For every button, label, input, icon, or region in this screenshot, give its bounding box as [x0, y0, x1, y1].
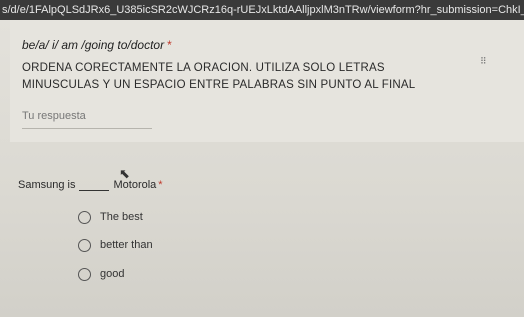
- question-card-1: be/a/ i/ am /going to/doctor * ORDENA COR…: [10, 20, 524, 142]
- answer-input[interactable]: Tu respuesta: [22, 110, 86, 122]
- option-label: better than: [100, 239, 153, 251]
- radio-button[interactable]: [78, 268, 91, 281]
- question-2-text-before: Samsung is: [18, 179, 76, 191]
- form-page: s/d/e/1FAlpQLSdJRx6_U385icSR2cWJCRz16q-r…: [0, 0, 524, 317]
- blank-line: [79, 190, 110, 191]
- option-label: The best: [100, 211, 143, 223]
- answer-underline: [22, 128, 152, 129]
- question-2-title: Samsung is Motorola *: [18, 179, 163, 191]
- address-bar[interactable]: s/d/e/1FAlpQLSdJRx6_U385icSR2cWJCRz16q-r…: [0, 0, 524, 20]
- option-label: good: [100, 268, 125, 280]
- drag-handle-icon[interactable]: ⠿: [480, 56, 487, 67]
- question-card-2: ⬉ Samsung is Motorola * The best better th…: [10, 142, 524, 317]
- radio-button[interactable]: [78, 239, 91, 252]
- required-mark-2: *: [158, 179, 163, 191]
- question-title-text: be/a/ i/ am /going to/doctor: [22, 38, 165, 52]
- radio-button[interactable]: [78, 211, 91, 224]
- question-title: be/a/ i/ am /going to/doctor *: [22, 38, 172, 52]
- required-mark: *: [167, 38, 172, 52]
- question-2-text-after: Motorola: [113, 179, 157, 191]
- question-description: ORDENA CORECTAMENTE LA ORACION. UTILIZA …: [22, 62, 416, 91]
